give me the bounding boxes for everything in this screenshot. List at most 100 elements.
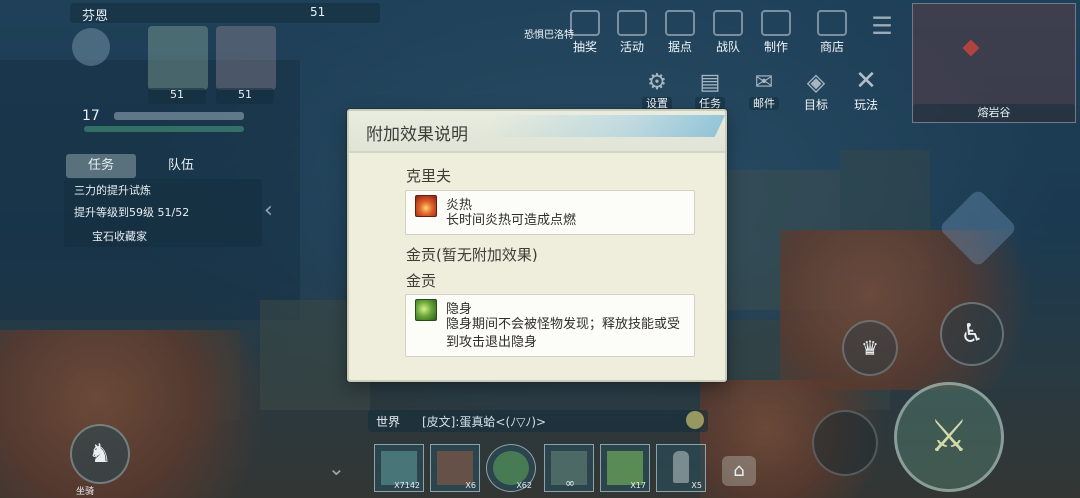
hotbar-slot[interactable]: X17 bbox=[600, 444, 650, 492]
minimap[interactable]: 熔岩谷 bbox=[912, 3, 1076, 123]
block-item-icon bbox=[607, 451, 643, 485]
menu-team[interactable]: 战队 bbox=[708, 10, 748, 55]
team-member-avatar[interactable] bbox=[148, 26, 208, 90]
effect-info-dialog: 附加效果说明 克里夫 炎热 长时间炎热可造成点燃 金贡(暂无附加效果) 金贡 隐… bbox=[347, 109, 727, 382]
crown-icon: ♛ bbox=[861, 336, 879, 360]
effect-description: 隐身期间不会被怪物发现；释放技能或受到攻击退出隐身 bbox=[446, 317, 681, 350]
menu-label: 抽奖 bbox=[572, 40, 597, 54]
hotbar-slot[interactable]: X62 bbox=[486, 444, 536, 492]
tab-team[interactable]: 队伍 bbox=[146, 154, 216, 178]
menu-quests[interactable]: ▤ 任务 bbox=[690, 70, 730, 111]
member-level: 51 bbox=[216, 88, 274, 104]
team-panel[interactable]: 51 51 bbox=[70, 26, 280, 110]
hamburger-menu-button[interactable]: ☰ bbox=[862, 12, 902, 48]
menu-icon: ☰ bbox=[871, 12, 893, 40]
mail-icon: ✉ bbox=[754, 70, 774, 95]
chat-bar[interactable]: 世界 [皮文]:蛋真蛤<(ﾉ▽ﾉ)> bbox=[368, 410, 708, 432]
chat-message: [皮文]:蛋真蛤<(ﾉ▽ﾉ)> bbox=[422, 415, 547, 429]
chat-expand-icon[interactable] bbox=[686, 411, 704, 429]
mount-button[interactable]: ♞ bbox=[70, 424, 130, 484]
mount-label: 坐骑 bbox=[76, 487, 95, 497]
hp-bar bbox=[84, 126, 244, 132]
hotbar-slot[interactable]: X5 bbox=[656, 444, 706, 492]
player-name: 芬恩 bbox=[82, 9, 109, 24]
menu-label: 邮件 bbox=[749, 97, 779, 110]
gift-icon bbox=[570, 10, 600, 36]
backpack-button[interactable]: ⌂ bbox=[722, 456, 756, 486]
menu-stronghold[interactable]: 据点 bbox=[660, 10, 700, 55]
section-name: 金贡(暂无附加效果) bbox=[406, 246, 538, 264]
quest-item[interactable]: 宝石收藏家 bbox=[92, 228, 147, 244]
effect-card: 炎热 长时间炎热可造成点燃 bbox=[405, 190, 695, 235]
menu-mail[interactable]: ✉ 邮件 bbox=[744, 70, 784, 111]
sword-icon: ⚔ bbox=[929, 411, 969, 462]
party-icon[interactable] bbox=[72, 28, 110, 66]
menu-gift[interactable]: 抽奖 bbox=[565, 10, 605, 55]
menu-label: 商店 bbox=[819, 40, 844, 54]
chat-channel[interactable]: 世界 bbox=[376, 413, 400, 430]
orb-item-icon bbox=[493, 451, 529, 485]
hammer-icon bbox=[761, 10, 791, 36]
effect-name: 隐身 bbox=[446, 302, 473, 317]
hotbar-slot[interactable]: X6 bbox=[430, 444, 480, 492]
skill-slot-button[interactable] bbox=[812, 410, 878, 476]
item-count: X17 bbox=[630, 481, 646, 490]
collapse-arrow-icon[interactable]: ‹ bbox=[264, 198, 273, 223]
menu-label: 制作 bbox=[763, 40, 788, 54]
shield-icon bbox=[713, 10, 743, 36]
menu-gameplay[interactable]: ✕ 玩法 bbox=[846, 66, 886, 113]
block-item-icon bbox=[381, 451, 417, 485]
section-name: 克里夫 bbox=[406, 167, 452, 185]
menu-label: 据点 bbox=[667, 40, 692, 54]
dodge-icon: ♿ bbox=[960, 319, 984, 349]
menu-target[interactable]: ◈ 目标 bbox=[796, 68, 836, 113]
player-top-level: 51 bbox=[310, 5, 326, 19]
flag-icon bbox=[665, 10, 695, 36]
swords-icon: ✕ bbox=[855, 66, 877, 96]
quest-item[interactable]: 三力的提升试炼 bbox=[74, 182, 151, 198]
hotbar-collapse-icon[interactable]: ⌄ bbox=[328, 456, 345, 480]
ticket-icon: ▤ bbox=[699, 70, 721, 95]
scale-icon bbox=[817, 10, 847, 36]
calendar-icon bbox=[617, 10, 647, 36]
member-level: 51 bbox=[148, 88, 206, 104]
attack-button[interactable]: ⚔ bbox=[894, 382, 1004, 492]
quest-item[interactable]: 提升等级到59级 51/52 bbox=[74, 204, 189, 220]
quest-list: 三力的提升试炼 提升等级到59级 51/52 宝石收藏家 bbox=[64, 179, 262, 247]
team-member-avatar[interactable] bbox=[216, 26, 276, 90]
skeleton-item-icon bbox=[673, 451, 689, 483]
effect-description: 长时间炎热可造成点燃 bbox=[446, 213, 577, 228]
block-item-icon bbox=[437, 451, 473, 485]
menu-label: 玩法 bbox=[853, 98, 878, 112]
player-name-bar[interactable]: 芬恩 51 bbox=[70, 3, 380, 24]
menu-craft[interactable]: 制作 bbox=[756, 10, 796, 55]
item-count: X5 bbox=[691, 481, 702, 490]
player-marker-icon bbox=[962, 39, 980, 57]
menu-shop[interactable]: 商店 bbox=[812, 10, 852, 55]
dodge-button[interactable]: ♿ bbox=[940, 302, 1004, 366]
hotbar-slot[interactable]: ∞ bbox=[544, 444, 594, 492]
dialog-header: 附加效果说明 bbox=[349, 111, 725, 153]
tab-task[interactable]: 任务 bbox=[66, 154, 136, 178]
horse-icon: ♞ bbox=[88, 439, 112, 469]
section-name: 金贡 bbox=[406, 272, 437, 290]
hotbar-slot[interactable]: X7142 bbox=[374, 444, 424, 492]
item-count: X6 bbox=[465, 481, 476, 490]
left-tabs: 任务 队伍 bbox=[66, 154, 262, 178]
stealth-icon bbox=[415, 299, 437, 321]
menu-label: 战队 bbox=[715, 40, 740, 54]
menu-settings[interactable]: ⚙ 设置 bbox=[637, 70, 677, 111]
menu-activity[interactable]: 活动 bbox=[612, 10, 652, 55]
minimap-label: 熔岩谷 bbox=[913, 104, 1075, 122]
gear-icon: ⚙ bbox=[647, 70, 667, 95]
backpack-icon: ⌂ bbox=[733, 460, 745, 481]
player-level: 17 bbox=[82, 108, 100, 124]
aoe-skill-button[interactable]: ♛ bbox=[842, 320, 898, 376]
fire-icon bbox=[415, 195, 437, 217]
effect-card: 隐身 隐身期间不会被怪物发现；释放技能或受到攻击退出隐身 bbox=[405, 294, 695, 357]
item-count: ∞ bbox=[565, 476, 575, 490]
target-icon: ◈ bbox=[806, 68, 826, 96]
menu-label: 活动 bbox=[619, 40, 644, 54]
player-status: 17 bbox=[74, 108, 249, 138]
menu-label: 目标 bbox=[803, 98, 828, 112]
